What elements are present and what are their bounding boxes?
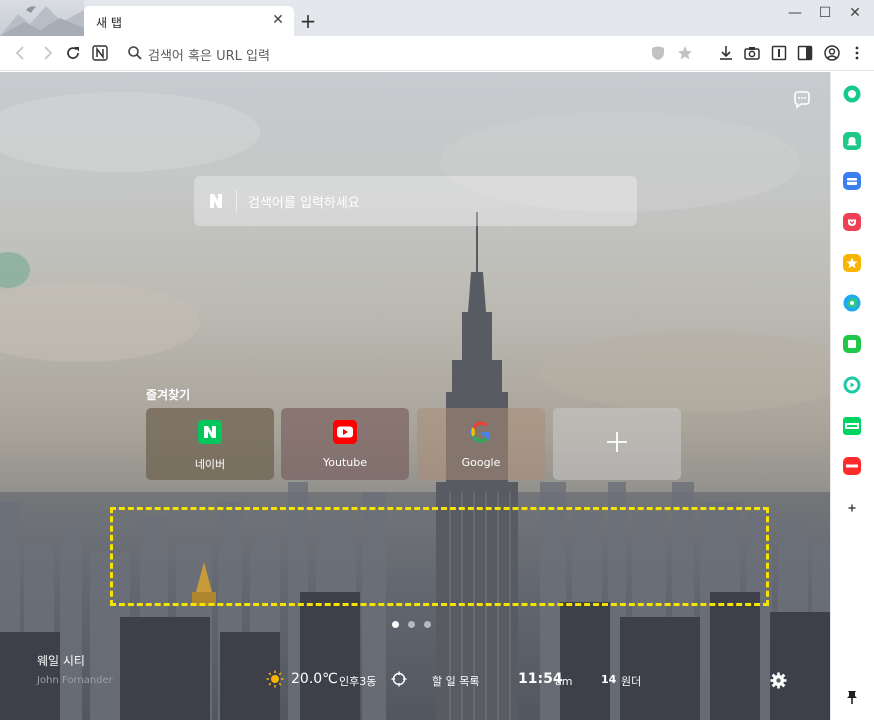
page-dot[interactable]: [424, 621, 431, 628]
tab-title: 새 탭: [96, 16, 122, 30]
camera-icon[interactable]: [743, 44, 761, 62]
search-placeholder: 검색어를 입력하세요: [248, 196, 360, 211]
tab-active[interactable]: 새 탭 ✕: [84, 6, 294, 36]
search-icon: [126, 44, 144, 62]
favorite-tile-naver[interactable]: 네이버: [146, 408, 274, 480]
minimize-button[interactable]: —: [783, 4, 807, 22]
sidebar-pin-icon[interactable]: [843, 688, 861, 706]
location-target-icon[interactable]: [391, 671, 407, 687]
title-bar: 새 탭 ✕ + — ☐ ✕: [0, 0, 874, 36]
sidebar-toggle-icon[interactable]: [796, 44, 814, 62]
favorites-title: 즐겨찾기: [146, 388, 191, 402]
favorite-tile-youtube[interactable]: Youtube: [281, 408, 409, 480]
back-icon[interactable]: [12, 44, 30, 62]
shield-icon[interactable]: [649, 44, 667, 62]
profile-icon[interactable]: [823, 44, 841, 62]
maximize-button[interactable]: ☐: [813, 4, 837, 22]
new-tab-page: 검색어를 입력하세요 즐겨찾기 네이버 Youtube Google 웨일 시티…: [0, 72, 830, 720]
forward-icon[interactable]: [38, 44, 56, 62]
page-dot-active[interactable]: [392, 621, 399, 628]
new-tab-button[interactable]: +: [298, 11, 318, 32]
sidebar-notification-icon[interactable]: [843, 132, 861, 150]
search-box[interactable]: 검색어를 입력하세요: [194, 176, 637, 226]
wallpaper-title[interactable]: 웨일 시티: [37, 652, 85, 669]
naver-logo-icon: [210, 194, 222, 208]
address-bar-input[interactable]: 검색어 혹은 URL 입력: [148, 45, 270, 64]
sidebar-add-icon[interactable]: [843, 499, 861, 517]
sidebar-webtoon-icon[interactable]: [843, 417, 861, 435]
add-favorite-tile[interactable]: [553, 408, 681, 480]
reader-mode-icon[interactable]: [770, 44, 788, 62]
sidebar-papago-icon[interactable]: [843, 294, 861, 312]
settings-gear-icon[interactable]: [770, 672, 787, 689]
page-dot[interactable]: [408, 621, 415, 628]
menu-more-icon[interactable]: [848, 44, 866, 62]
bookmark-star-icon[interactable]: [676, 44, 694, 62]
todo-list-link[interactable]: 할 일 목록: [432, 673, 479, 689]
sidebar-memo-icon[interactable]: [843, 335, 861, 353]
wallpaper-author: John Fornander: [37, 675, 113, 686]
plus-icon: [607, 432, 627, 452]
favorite-label: Google: [461, 456, 501, 469]
sidebar-now-icon[interactable]: [843, 457, 861, 475]
favorite-label: Youtube: [323, 456, 367, 469]
toolbar: 검색어 혹은 URL 입력: [0, 36, 874, 71]
tab-strip-decoration: [0, 0, 84, 36]
sidebar-green-dot-icon[interactable]: [843, 85, 861, 103]
sidebar-star-icon[interactable]: [843, 254, 861, 272]
naver-home-icon[interactable]: [91, 44, 109, 62]
tab-close-icon[interactable]: ✕: [270, 12, 286, 28]
reload-icon[interactable]: [64, 44, 82, 62]
close-window-button[interactable]: ✕: [843, 4, 867, 22]
weather-location[interactable]: 인후3동: [339, 673, 376, 689]
favorite-tile-google[interactable]: Google: [417, 408, 545, 480]
page-indicator: [392, 621, 436, 629]
naver-icon: [198, 420, 222, 444]
search-divider: [236, 190, 237, 212]
youtube-icon: [333, 420, 357, 444]
sidebar-wallet-icon[interactable]: [843, 172, 861, 190]
wonder-count[interactable]: 14: [601, 673, 616, 686]
sidebar-pocket-icon[interactable]: [843, 213, 861, 231]
download-icon[interactable]: [717, 44, 735, 62]
sidebar-media-icon[interactable]: [843, 376, 861, 394]
google-icon: [470, 421, 491, 443]
chat-bubble-icon[interactable]: [792, 90, 812, 110]
favorite-label: 네이버: [194, 458, 226, 471]
wonder-label[interactable]: 원더: [621, 673, 641, 689]
sun-icon: [266, 670, 284, 688]
clock-ampm: am: [555, 675, 573, 688]
right-sidebar: [830, 72, 874, 720]
weather-temperature[interactable]: 20.0℃: [291, 671, 338, 687]
highlight-dashed-box: [110, 507, 769, 606]
